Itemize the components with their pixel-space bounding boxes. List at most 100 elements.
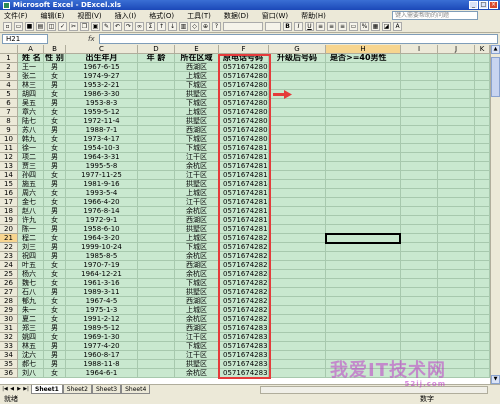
sheet-tab-sheet4[interactable]: Sheet4 xyxy=(121,385,151,394)
cell-d3[interactable] xyxy=(138,72,175,80)
cell-k5[interactable] xyxy=(475,90,490,98)
cell-g10[interactable] xyxy=(269,135,326,143)
cell-k15[interactable] xyxy=(475,180,490,188)
cell-d4[interactable] xyxy=(138,81,175,89)
cell-a27[interactable]: 石八 xyxy=(18,288,44,296)
row-header-35[interactable]: 35 xyxy=(0,360,18,369)
vertical-scrollbar[interactable]: ▲ ▼ xyxy=(490,45,500,384)
cell-e1[interactable]: 所在区域 xyxy=(175,54,219,62)
cell-e26[interactable]: 下城区 xyxy=(175,279,219,287)
cell-k22[interactable] xyxy=(475,243,490,251)
cell-d2[interactable] xyxy=(138,63,175,71)
cell-h9[interactable] xyxy=(326,126,401,134)
cell-i30[interactable] xyxy=(401,315,438,323)
cell-d18[interactable] xyxy=(138,207,175,215)
cell-c36[interactable]: 1964-6-1 xyxy=(66,369,138,377)
menu-insert[interactable]: 插入(I) xyxy=(115,11,137,21)
cell-h8[interactable] xyxy=(326,117,401,125)
cell-e36[interactable]: 余杭区 xyxy=(175,369,219,377)
first-sheet-icon[interactable]: |◀ xyxy=(2,386,8,393)
cell-b28[interactable]: 女 xyxy=(44,297,66,305)
scroll-down-icon[interactable]: ▼ xyxy=(491,375,500,384)
sort-desc-icon[interactable]: ↓ xyxy=(168,22,177,31)
minimize-button[interactable]: _ xyxy=(469,1,478,9)
cell-b30[interactable]: 女 xyxy=(44,315,66,323)
cell-i10[interactable] xyxy=(401,135,438,143)
row-header-23[interactable]: 23 xyxy=(0,252,18,261)
cell-h5[interactable] xyxy=(326,90,401,98)
cell-e25[interactable]: 余杭区 xyxy=(175,270,219,278)
cell-e18[interactable]: 余杭区 xyxy=(175,207,219,215)
cell-j5[interactable] xyxy=(438,90,475,98)
copy-icon[interactable]: ❐ xyxy=(80,22,89,31)
cell-j23[interactable] xyxy=(438,252,475,260)
cell-b3[interactable]: 女 xyxy=(44,72,66,80)
cell-c25[interactable]: 1964-12-21 xyxy=(66,270,138,278)
cell-d25[interactable] xyxy=(138,270,175,278)
cell-a29[interactable]: 朱一 xyxy=(18,306,44,314)
bold-icon[interactable]: B xyxy=(283,22,292,31)
cell-i33[interactable] xyxy=(401,342,438,350)
cell-i11[interactable] xyxy=(401,144,438,152)
cell-a16[interactable]: 周六 xyxy=(18,189,44,197)
cell-j31[interactable] xyxy=(438,324,475,332)
cell-i17[interactable] xyxy=(401,198,438,206)
row-header-32[interactable]: 32 xyxy=(0,333,18,342)
cell-i7[interactable] xyxy=(401,108,438,116)
column-header-i[interactable]: I xyxy=(401,45,438,54)
cell-a25[interactable]: 杨六 xyxy=(18,270,44,278)
cell-b6[interactable]: 男 xyxy=(44,99,66,107)
row-header-10[interactable]: 10 xyxy=(0,135,18,144)
cell-k9[interactable] xyxy=(475,126,490,134)
cell-d14[interactable] xyxy=(138,171,175,179)
row-header-15[interactable]: 15 xyxy=(0,180,18,189)
cell-k4[interactable] xyxy=(475,81,490,89)
cell-k35[interactable] xyxy=(475,360,490,368)
cell-k25[interactable] xyxy=(475,270,490,278)
cell-g1[interactable]: 升级后号码 xyxy=(269,54,326,62)
cell-h14[interactable] xyxy=(326,171,401,179)
last-sheet-icon[interactable]: ▶| xyxy=(23,386,29,393)
fill-color-icon[interactable]: ◪ xyxy=(382,22,391,31)
cell-b11[interactable]: 女 xyxy=(44,144,66,152)
cell-h1[interactable]: 是否>=40男性 xyxy=(326,54,401,62)
row-header-6[interactable]: 6 xyxy=(0,99,18,108)
cell-h13[interactable] xyxy=(326,162,401,170)
cell-g32[interactable] xyxy=(269,333,326,341)
cell-k36[interactable] xyxy=(475,369,490,377)
cell-k10[interactable] xyxy=(475,135,490,143)
cell-h29[interactable] xyxy=(326,306,401,314)
row-header-31[interactable]: 31 xyxy=(0,324,18,333)
cell-k11[interactable] xyxy=(475,144,490,152)
cell-h22[interactable] xyxy=(326,243,401,251)
row-header-34[interactable]: 34 xyxy=(0,351,18,360)
cell-h4[interactable] xyxy=(326,81,401,89)
font-name-select[interactable] xyxy=(223,22,263,31)
cell-c26[interactable]: 1961-3-16 xyxy=(66,279,138,287)
cell-a15[interactable]: 施五 xyxy=(18,180,44,188)
cell-k1[interactable] xyxy=(475,54,490,62)
cell-c30[interactable]: 1991-2-12 xyxy=(66,315,138,323)
cell-k28[interactable] xyxy=(475,297,490,305)
menu-data[interactable]: 数据(D) xyxy=(224,11,249,21)
row-header-24[interactable]: 24 xyxy=(0,261,18,270)
cell-d8[interactable] xyxy=(138,117,175,125)
cell-i8[interactable] xyxy=(401,117,438,125)
cell-i23[interactable] xyxy=(401,252,438,260)
cell-g27[interactable] xyxy=(269,288,326,296)
cell-d19[interactable] xyxy=(138,216,175,224)
cell-d22[interactable] xyxy=(138,243,175,251)
cell-e5[interactable]: 拱墅区 xyxy=(175,90,219,98)
cell-b22[interactable]: 男 xyxy=(44,243,66,251)
cell-j6[interactable] xyxy=(438,99,475,107)
cell-i1[interactable] xyxy=(401,54,438,62)
cell-k19[interactable] xyxy=(475,216,490,224)
cell-d20[interactable] xyxy=(138,225,175,233)
cell-b32[interactable]: 女 xyxy=(44,333,66,341)
cell-a32[interactable]: 姚四 xyxy=(18,333,44,341)
cell-c28[interactable]: 1967-4-5 xyxy=(66,297,138,305)
cell-b26[interactable]: 女 xyxy=(44,279,66,287)
cell-k33[interactable] xyxy=(475,342,490,350)
cell-a5[interactable]: 胡四 xyxy=(18,90,44,98)
cell-b34[interactable]: 男 xyxy=(44,351,66,359)
